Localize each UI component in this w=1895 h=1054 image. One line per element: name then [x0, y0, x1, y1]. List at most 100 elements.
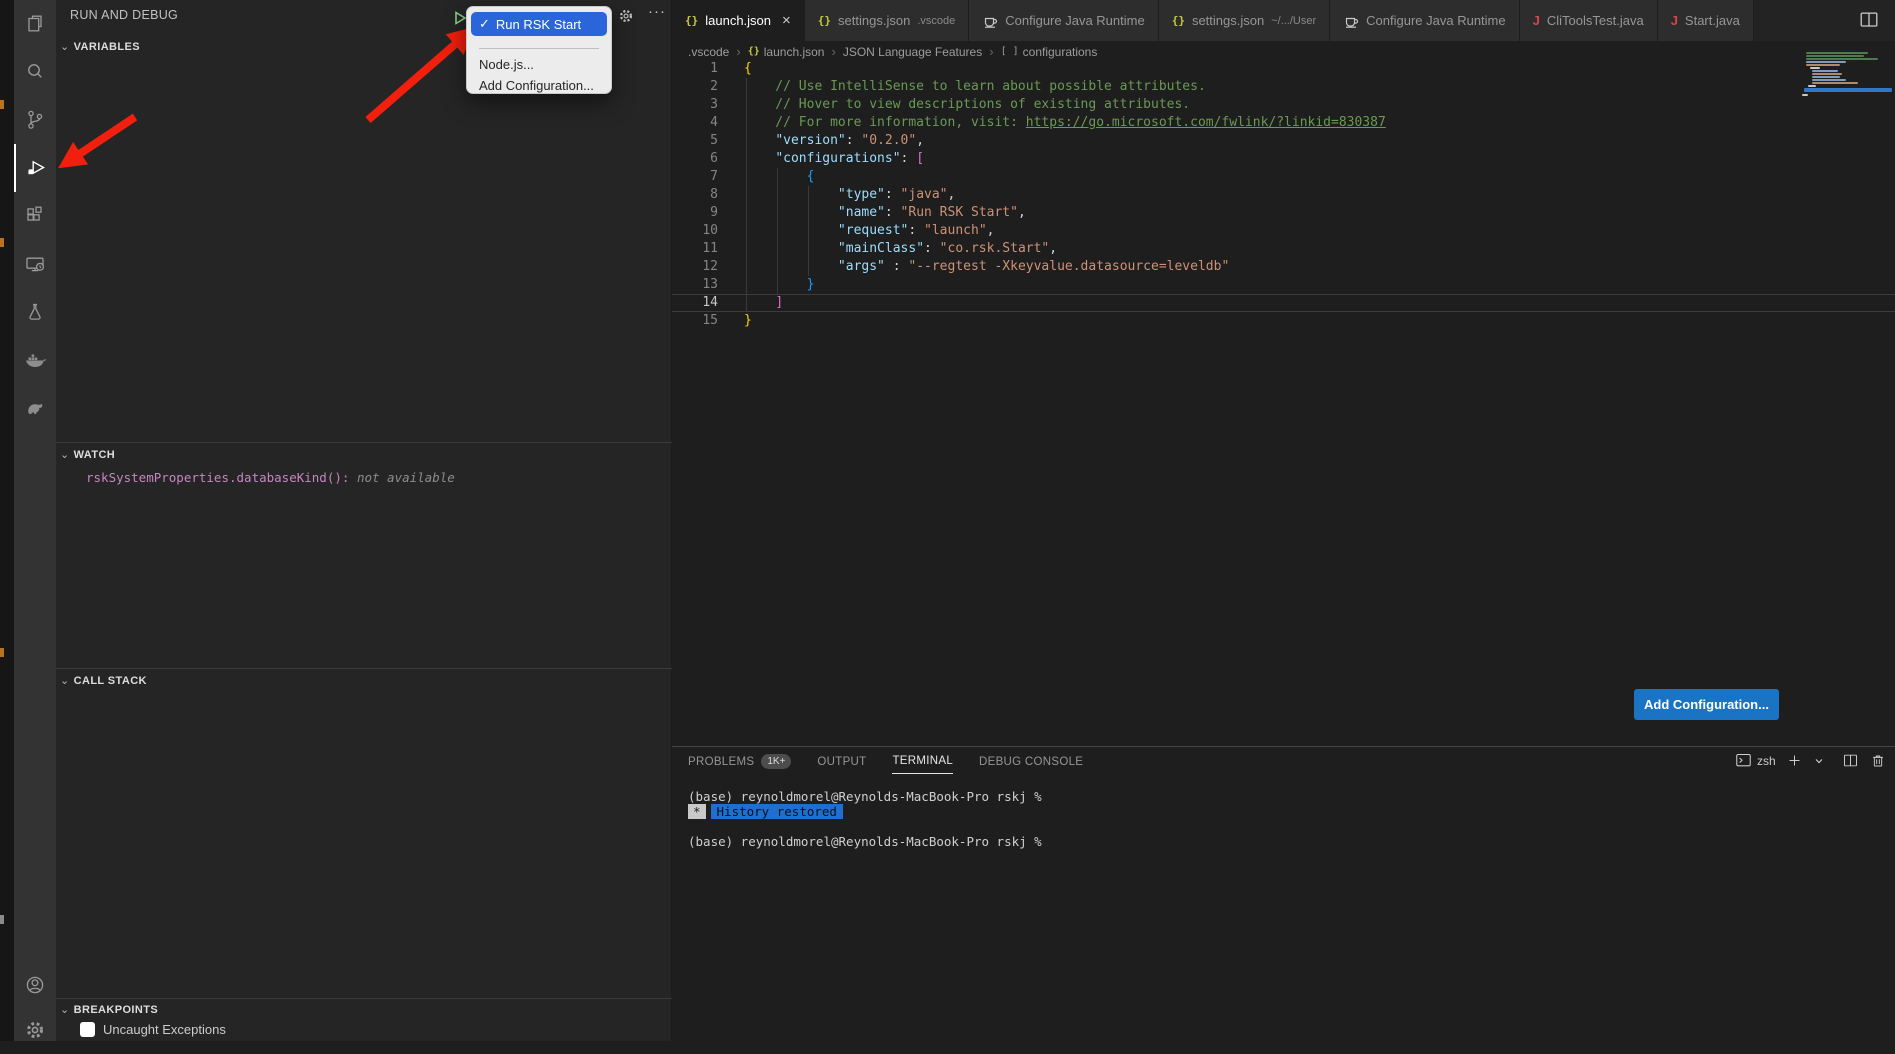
code-token: "version": [775, 133, 845, 148]
java-file-icon: J: [1533, 13, 1540, 28]
editor-tab-clitoolstest-java[interactable]: JCliToolsTest.java: [1520, 0, 1658, 41]
extensions-icon[interactable]: [14, 192, 56, 240]
minimap-line: [1812, 82, 1858, 84]
breadcrumb-separator-icon: ›: [989, 44, 993, 59]
code-text: ]: [744, 294, 783, 312]
panel-tab-problems[interactable]: PROBLEMS1K+: [688, 754, 791, 774]
section-label: CALL STACK: [74, 675, 147, 687]
code-token: [744, 187, 838, 202]
json-icon: {}: [685, 14, 698, 27]
panel-tab-output[interactable]: OUTPUT: [817, 754, 866, 774]
editor-tab-configure-java-runtime[interactable]: Configure Java Runtime: [969, 0, 1158, 41]
menu-item-add-configuration[interactable]: Add Configuration...: [479, 76, 594, 94]
minimap[interactable]: [1800, 46, 1895, 108]
section-divider: [56, 998, 672, 999]
close-icon[interactable]: ×: [782, 12, 791, 29]
settings-gear-icon[interactable]: [14, 1006, 56, 1054]
new-terminal-icon[interactable]: [1787, 753, 1802, 768]
code-token: }: [807, 277, 815, 292]
debug-gear-icon[interactable]: [617, 7, 635, 25]
terminal-launch-icon[interactable]: zsh: [1735, 752, 1776, 769]
tab-detail: ~/.../User: [1271, 15, 1316, 27]
code-text: {: [744, 168, 814, 186]
editor-tab-launch-json[interactable]: {} launch.json ×: [672, 0, 805, 41]
code-token: :: [901, 151, 917, 166]
code-editor[interactable]: 1{2 // Use IntelliSense to learn about p…: [672, 60, 1895, 330]
more-actions-icon[interactable]: ···: [648, 3, 666, 20]
breadcrumb-item-json-language-features[interactable]: JSON Language Features: [843, 45, 982, 59]
code-token: [744, 205, 838, 220]
editor-tab-start-java[interactable]: JStart.java: [1658, 0, 1754, 41]
terminal-line: *History restored: [688, 804, 1042, 819]
uncaught-exceptions-checkbox[interactable]: [80, 1022, 95, 1037]
check-icon: ✓: [479, 16, 490, 32]
tab-label: launch.json: [705, 13, 771, 28]
code-token: "configurations": [775, 151, 900, 166]
panel-tab-debug-console[interactable]: DEBUG CONSOLE: [979, 754, 1083, 774]
watch-expression-item[interactable]: rskSystemProperties.databaseKind(): not …: [86, 470, 455, 485]
editor-tab-settings-json[interactable]: {}settings.json.vscode: [805, 0, 969, 41]
code-token: [: [916, 151, 924, 166]
search-icon[interactable]: [14, 48, 56, 96]
split-terminal-icon[interactable]: [1842, 752, 1859, 769]
breadcrumb-label: launch.json: [764, 45, 825, 59]
json-icon: {}: [1172, 14, 1185, 27]
menu-item-label: Node.js...: [479, 57, 534, 72]
menu-item-nodejs[interactable]: Node.js...: [479, 55, 534, 73]
problems-count-badge: 1K+: [761, 754, 791, 769]
docker-icon[interactable]: [14, 336, 56, 384]
breadcrumb-separator-icon: ›: [736, 44, 740, 59]
breakpoint-item[interactable]: Uncaught Exceptions: [80, 1022, 226, 1037]
code-text: "type": "java",: [744, 186, 955, 204]
kill-terminal-trash-icon[interactable]: [1870, 753, 1886, 769]
chevron-down-icon: ⌄: [60, 40, 70, 53]
terminal-output[interactable]: (base) reynoldmorel@Reynolds-MacBook-Pro…: [688, 789, 1042, 849]
testing-icon[interactable]: [14, 288, 56, 336]
breadcrumb-item-configurations[interactable]: [ ]configurations: [1001, 45, 1098, 59]
run-and-debug-sidebar: RUN AND DEBUG ··· ⌄ VARIABLES ⌄ WATCH rs…: [56, 0, 672, 1041]
code-line: 8 "type": "java",: [672, 186, 1895, 204]
run-and-debug-icon[interactable]: [14, 144, 56, 192]
breakpoints-section-header[interactable]: ⌄ BREAKPOINTS: [60, 1003, 158, 1016]
minimap-line: [1804, 88, 1892, 92]
code-link[interactable]: https://go.microsoft.com/fwlink/?linkid=…: [1026, 115, 1386, 130]
tab-detail: .vscode: [917, 15, 955, 27]
code-token: "0.2.0": [861, 133, 916, 148]
shell-label: zsh: [1757, 754, 1776, 768]
breadcrumb-item-launch-json[interactable]: {}launch.json: [748, 45, 825, 59]
tab-label: settings.json: [1192, 13, 1264, 28]
remote-explorer-icon[interactable]: [14, 240, 56, 288]
minimap-line: [1806, 58, 1878, 60]
breadcrumb-label: configurations: [1023, 45, 1098, 59]
terminal-dropdown-chevron-icon[interactable]: [1813, 755, 1825, 767]
launch-config-dropdown-menu: ✓ Run RSK Start Node.js... Add Configura…: [466, 6, 612, 94]
account-icon[interactable]: [14, 961, 56, 1009]
line-number: 15: [672, 312, 718, 330]
call-stack-section-header[interactable]: ⌄ CALL STACK: [60, 674, 147, 687]
editor-tab-settings-json[interactable]: {} settings.json ~/.../User: [1159, 0, 1330, 41]
code-line: 15}: [672, 312, 1895, 330]
watch-section-header[interactable]: ⌄ WATCH: [60, 448, 115, 461]
source-control-icon[interactable]: [14, 96, 56, 144]
menu-separator: [479, 48, 599, 49]
gradle-icon[interactable]: [14, 384, 56, 432]
code-token: "Run RSK Start": [901, 205, 1018, 220]
panel-tab-bar: PROBLEMS1K+ OUTPUT TERMINAL DEBUG CONSOLE: [688, 754, 1083, 774]
editor-tab-configure-java-runtime[interactable]: Configure Java Runtime: [1330, 0, 1519, 41]
explorer-icon[interactable]: [14, 0, 56, 48]
menu-item-run-rsk-start[interactable]: ✓ Run RSK Start: [471, 12, 607, 36]
activity-bar: [14, 0, 56, 1041]
code-line: 4 // For more information, visit: https:…: [672, 114, 1895, 132]
code-text: {: [744, 60, 752, 78]
breadcrumb-item-vscode[interactable]: .vscode: [688, 45, 729, 59]
tab-label: settings.json: [838, 13, 910, 28]
editor-tab-bar: {} launch.json × {} settings.json .vscode Conf…: [672, 0, 1895, 41]
split-editor-layout-icon[interactable]: [1858, 9, 1880, 31]
terminal-line: (base) reynoldmorel@Reynolds-MacBook-Pro…: [688, 789, 1042, 804]
code-text: "request": "launch",: [744, 222, 994, 240]
code-text: // Use IntelliSense to learn about possi…: [744, 78, 1206, 96]
variables-section-header[interactable]: ⌄ VARIABLES: [60, 40, 140, 53]
panel-tab-terminal[interactable]: TERMINAL: [892, 754, 953, 774]
add-configuration-button[interactable]: Add Configuration...: [1634, 689, 1779, 720]
code-token: "request": [838, 223, 908, 238]
